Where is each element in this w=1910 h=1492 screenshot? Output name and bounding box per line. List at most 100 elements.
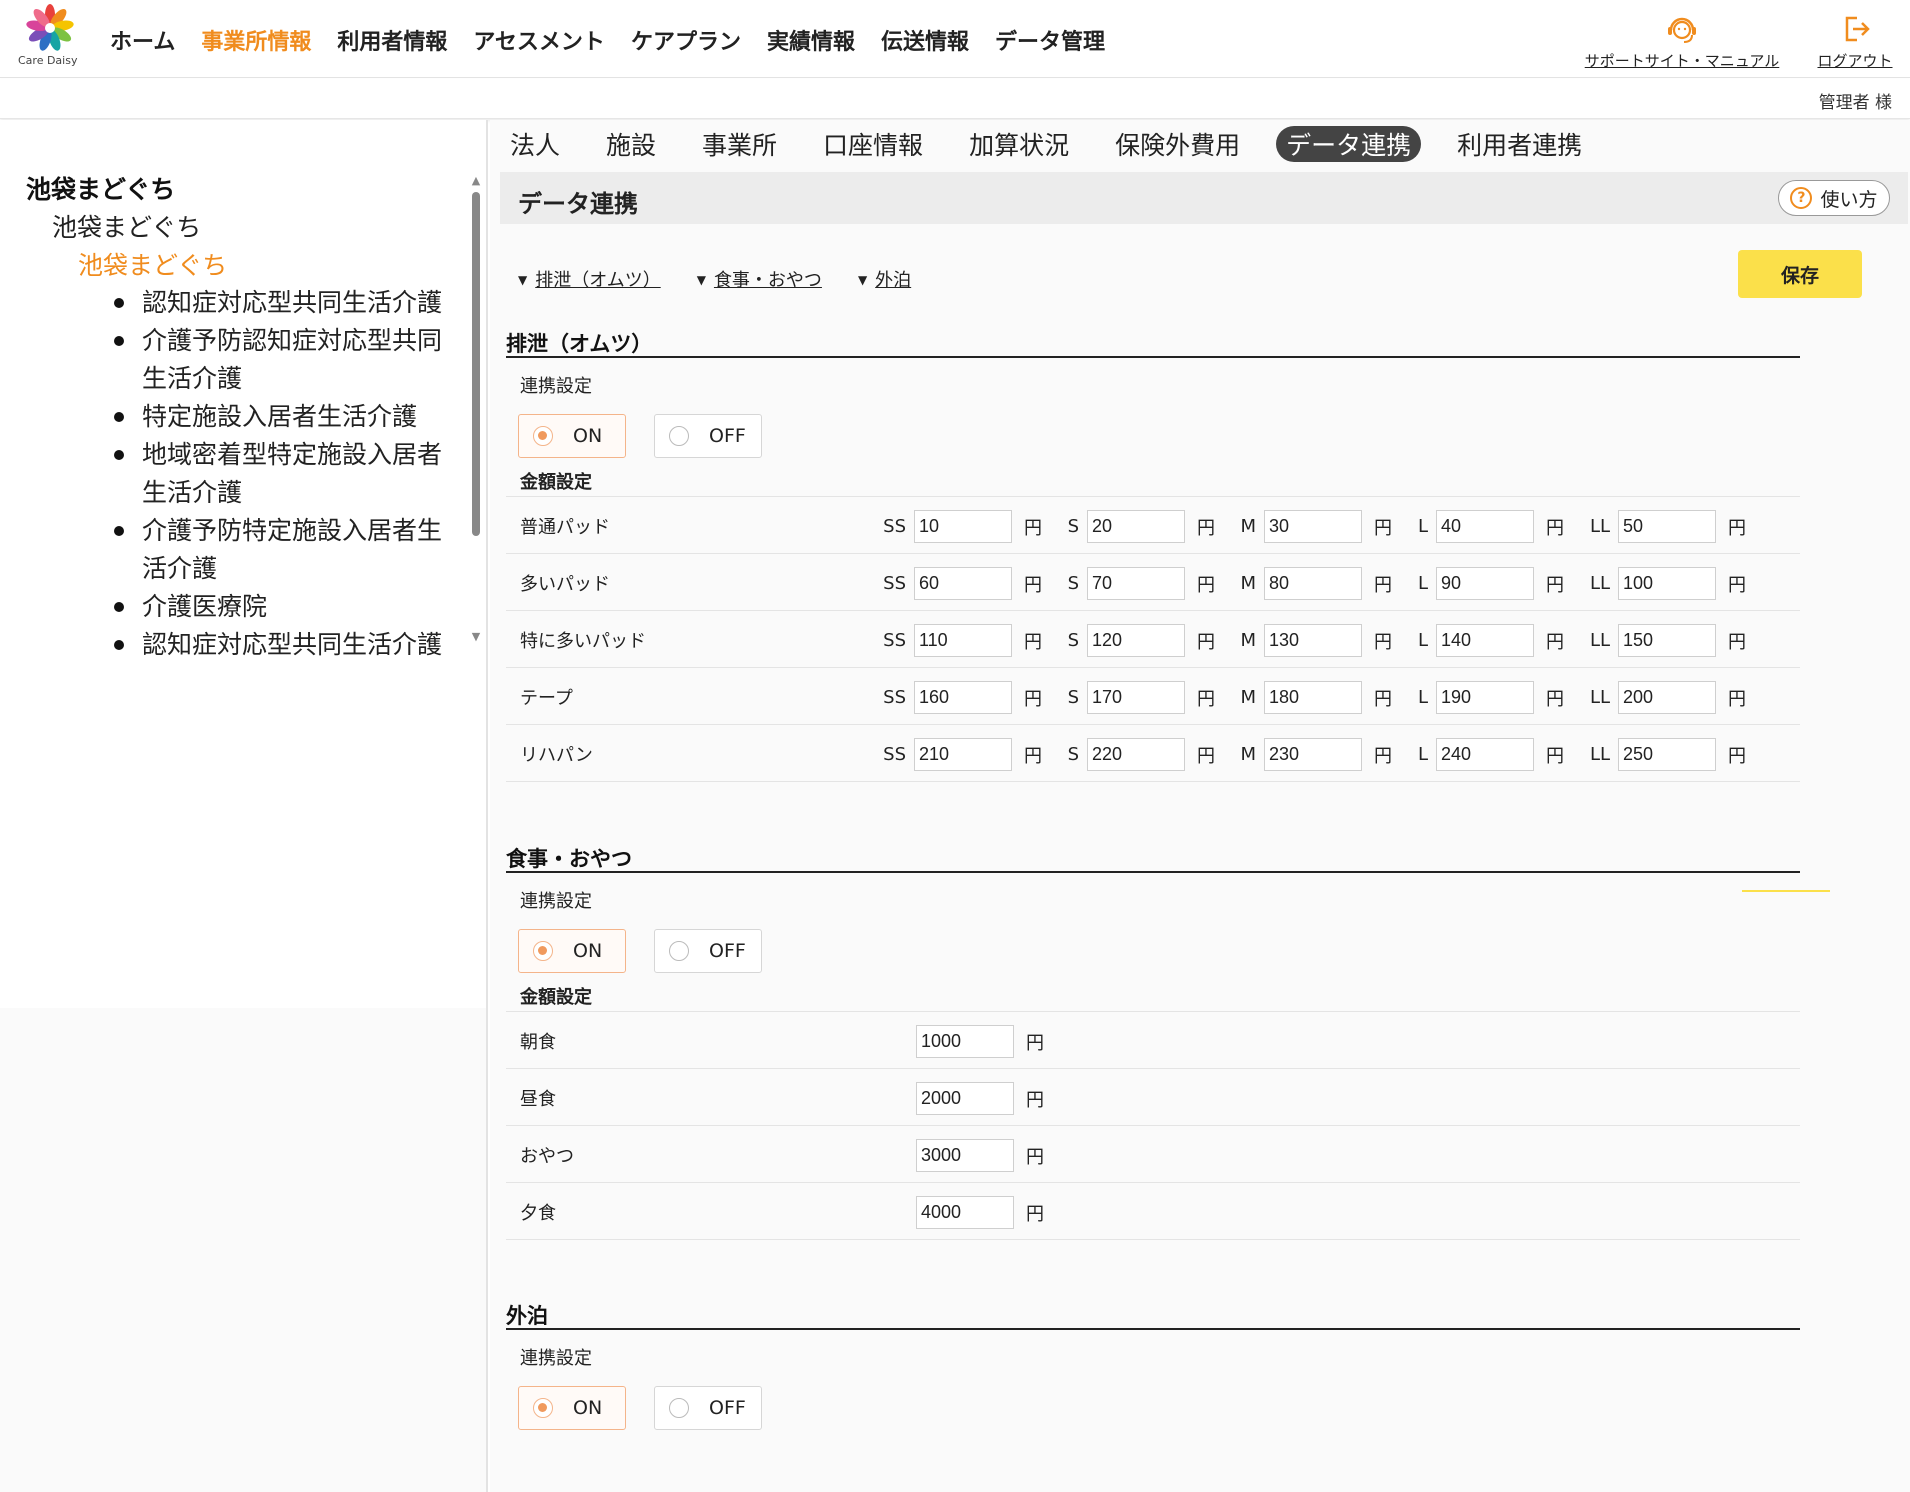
sidebar: 池袋まどぐち 池袋まどぐち 池袋まどぐち 認知症対応型共同生活介護 介護予防認知… [0,120,488,1492]
radio-dot-icon [669,426,689,446]
tab-facility[interactable]: 施設 [606,126,656,162]
price-input[interactable]: 140 [1436,624,1534,657]
price-cell: S 20 円 [1049,510,1215,543]
table-row: おやつ 3000 円 [506,1126,1800,1183]
scroll-thumb[interactable] [472,192,480,536]
nav-results[interactable]: 実績情報 [767,24,855,56]
anchor-meal[interactable]: ▼ 食事・おやつ [697,266,822,292]
tab-bank-account[interactable]: 口座情報 [823,126,923,162]
price-input[interactable]: 220 [1087,738,1185,771]
nav-home[interactable]: ホーム [110,24,175,56]
diaper-off-radio[interactable]: OFF [654,414,762,458]
logout-button[interactable]: ログアウト [1810,10,1900,71]
nav-user-info[interactable]: 利用者情報 [337,24,447,56]
price-input[interactable]: 90 [1436,567,1534,600]
size-label: M [1240,744,1256,765]
tab-additions[interactable]: 加算状況 [969,126,1069,162]
nav-data-management[interactable]: データ管理 [995,24,1105,56]
user-bar: 管理者 様 [0,79,1910,119]
logout-label[interactable]: ログアウト [1817,52,1892,70]
sidebar-scrollbar[interactable]: ▲ ▼ [470,175,482,646]
price-input[interactable]: 30 [1264,510,1362,543]
price-input[interactable]: 150 [1618,624,1716,657]
nav-assessment[interactable]: アセスメント [473,24,605,56]
tab-user-integration[interactable]: 利用者連携 [1457,126,1582,162]
price-input[interactable]: 250 [1618,738,1716,771]
price-input[interactable]: 4000 [916,1196,1014,1229]
tree-service-item[interactable]: 地域密着型特定施設入居者生活介護 [110,436,466,512]
scroll-up-icon[interactable]: ▲ [470,175,482,186]
price-input[interactable]: 160 [914,681,1012,714]
tree-corporation[interactable]: 池袋まどぐち [26,170,466,208]
price-input[interactable]: 200 [1618,681,1716,714]
price-cell: LL 50 円 [1580,510,1746,543]
size-label: L [1417,687,1428,708]
price-input[interactable]: 10 [914,510,1012,543]
support-link-label[interactable]: サポートサイト・マニュアル [1585,52,1780,70]
logout-icon [1810,10,1900,48]
price-input[interactable]: 2000 [916,1082,1014,1115]
overnight-on-radio[interactable]: ON [518,1386,626,1430]
care-daisy-logo[interactable]: Care Daisy [16,4,82,70]
diaper-on-radio[interactable]: ON [518,414,626,458]
price-input[interactable]: 170 [1087,681,1185,714]
price-input[interactable]: 40 [1436,510,1534,543]
radio-label: OFF [709,1397,746,1419]
link-setting-label: 連携設定 [520,376,592,397]
price-input[interactable]: 20 [1087,510,1185,543]
tree-service-item[interactable]: 認知症対応型共同生活介護 [110,626,466,664]
table-row: 普通パッド SS 10 円 S 20 円 M 30 円 L 40 円 LL 50 円 [506,497,1800,554]
price-input[interactable]: 100 [1618,567,1716,600]
row-label: おやつ [520,1146,574,1167]
tree-service-item[interactable]: 特定施設入居者生活介護 [110,398,466,436]
size-label: S [1067,630,1079,651]
anchor-overnight[interactable]: ▼ 外泊 [858,266,911,292]
support-link[interactable]: サポートサイト・マニュアル [1584,10,1780,71]
nav-careplan[interactable]: ケアプラン [631,24,741,56]
price-input[interactable]: 3000 [916,1139,1014,1172]
nav-transmission[interactable]: 伝送情報 [881,24,969,56]
scroll-down-icon[interactable]: ▼ [470,631,482,642]
tree-service-item[interactable]: 介護医療院 [110,588,466,626]
overnight-off-radio[interactable]: OFF [654,1386,762,1430]
tree-service-item[interactable]: 介護予防特定施設入居者生活介護 [110,512,466,588]
price-input[interactable]: 70 [1087,567,1185,600]
price-input[interactable]: 180 [1264,681,1362,714]
price-cell: LL 250 円 [1580,738,1746,771]
price-input[interactable]: 80 [1264,567,1362,600]
tab-office[interactable]: 事業所 [702,126,777,162]
meal-on-radio[interactable]: ON [518,929,626,973]
anchor-diaper[interactable]: ▼ 排泄（オムツ） [518,266,661,292]
tree-facility[interactable]: 池袋まどぐち [26,208,466,246]
save-button[interactable]: 保存 [1738,250,1862,298]
nav-office-info[interactable]: 事業所情報 [201,24,311,56]
help-button[interactable]: ? 使い方 [1778,180,1890,216]
price-input[interactable]: 120 [1087,624,1185,657]
section-title: 排泄（オムツ） [506,328,1800,358]
tree-service-item[interactable]: 認知症対応型共同生活介護 [110,284,466,322]
size-label: S [1067,516,1079,537]
tree-service-item[interactable]: 介護予防認知症対応型共同生活介護 [110,322,466,398]
tree-office-selected[interactable]: 池袋まどぐち [26,246,466,284]
price-input[interactable]: 210 [914,738,1012,771]
price-input[interactable]: 110 [914,624,1012,657]
price-input[interactable]: 60 [914,567,1012,600]
price-input[interactable]: 50 [1618,510,1716,543]
anchor-overnight-label: 外泊 [875,270,912,291]
price-cell: 3000 円 [916,1139,1044,1172]
anchor-diaper-label: 排泄（オムツ） [535,270,661,291]
price-input[interactable]: 190 [1436,681,1534,714]
price-input[interactable]: 130 [1264,624,1362,657]
price-cell: S 120 円 [1049,624,1215,657]
app-header: Care Daisy ホーム 事業所情報 利用者情報 アセスメント ケアプラン … [0,0,1910,78]
price-cell: SS 210 円 [876,738,1042,771]
tab-data-integration[interactable]: データ連携 [1276,126,1422,162]
tab-corporation[interactable]: 法人 [510,126,560,162]
price-input[interactable]: 230 [1264,738,1362,771]
price-input[interactable]: 1000 [916,1025,1014,1058]
meal-off-radio[interactable]: OFF [654,929,762,973]
price-cell: M 230 円 [1226,738,1392,771]
tab-non-insurance-costs[interactable]: 保険外費用 [1115,126,1240,162]
section-overnight: 外泊 連携設定 ON OFF [506,1300,1800,1480]
price-input[interactable]: 240 [1436,738,1534,771]
